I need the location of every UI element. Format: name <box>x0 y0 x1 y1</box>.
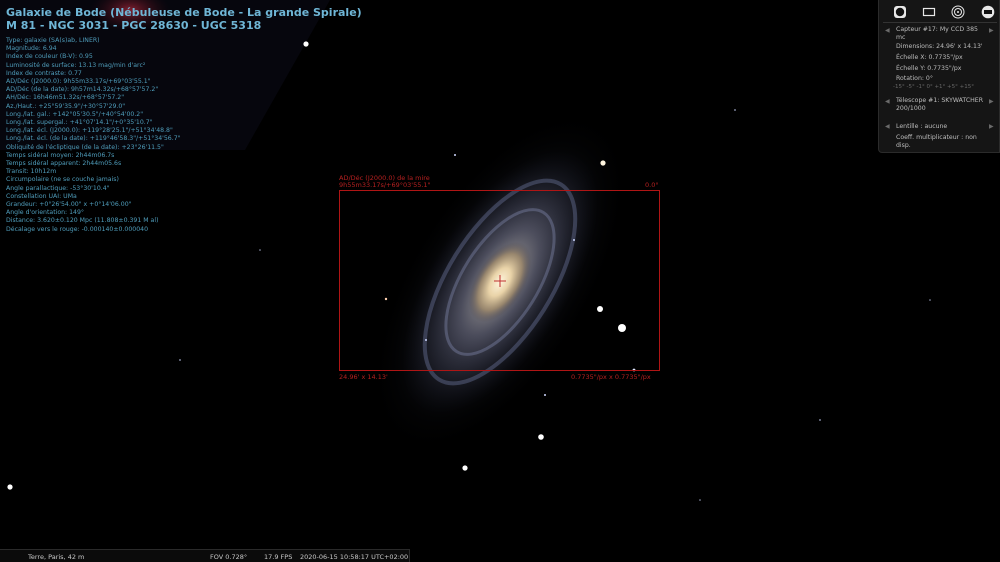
next-sensor-arrow[interactable]: ▶ <box>989 27 994 34</box>
info-constellation: Constellation UAI: UMa <box>6 192 77 200</box>
sensor-scale-y: Échelle Y: 0.7735"/px <box>896 65 962 72</box>
status-fps: 17.9 FPS <box>264 553 293 561</box>
info-parallactic-angle: Angle parallactique: -53°30'10.4" <box>6 184 110 192</box>
object-designations: M 81 - NGC 3031 - PGC 28630 - UGC 5318 <box>6 19 262 32</box>
settings-icon[interactable] <box>981 5 995 19</box>
info-transit: Transit: 10h12m <box>6 168 57 176</box>
frame-rotation: 0.0° <box>645 181 659 189</box>
panel-divider <box>883 22 997 23</box>
status-datetime[interactable]: 2020-06-15 10:58:17 UTC+02:00 <box>300 553 408 561</box>
info-orientation: Angle d'orientation: 149° <box>6 209 85 217</box>
sensor-rotation: Rotation: 0° <box>896 75 933 82</box>
info-azalt: Az./Haut.: +25°59'35.9"/+30°57'29.0" <box>6 102 126 110</box>
info-magnitude: Magnitude: 6.94 <box>6 45 57 53</box>
status-location[interactable]: Terre, Paris, 42 m <box>28 553 84 561</box>
info-distance: Distance: 3.620±0.120 Mpc (11.808±0.391 … <box>6 217 159 225</box>
info-circumpolar: Circumpolaire (ne se couche jamais) <box>6 176 119 184</box>
object-info-panel: Galaxie de Bode (Nébuleuse de Bode - La … <box>6 6 362 234</box>
info-apparent-sidereal: Temps sidéral apparent: 2h44m05.6s <box>6 160 122 168</box>
info-radec-j2000: AD/Déc (J2000.0): 9h55m33.17s/+69°03'55.… <box>6 78 151 86</box>
rotation-steps[interactable]: -15° -5° -1° 0° +1° +5° +15° <box>893 84 974 90</box>
prev-sensor-arrow[interactable]: ◀ <box>885 27 890 34</box>
info-mean-sidereal: Temps sidéral moyen: 2h44m06.7s <box>6 151 115 159</box>
sensor-frame-icon[interactable] <box>922 5 936 19</box>
status-bar: Terre, Paris, 42 m FOV 0.728° 17.9 FPS 2… <box>0 549 410 562</box>
frame-target-coords: 9h55m33.17s/+69°03'55.1" <box>339 181 431 189</box>
frame-scale: 0.7735"/px x 0.7735"/px <box>571 373 651 381</box>
info-hadec: AH/Déc: 16h46m51.32s/+68°57'57.2" <box>6 94 125 102</box>
ocular-view-icon[interactable] <box>893 5 907 19</box>
next-lens-arrow[interactable]: ▶ <box>989 123 994 130</box>
sensor-dimensions: Dimensions: 24.96' x 14.13' <box>896 43 983 50</box>
info-supergalactic: Long./lat. supergal.: +41°07'14.1"/+0°35… <box>6 119 153 127</box>
prev-lens-arrow[interactable]: ◀ <box>885 123 890 130</box>
next-telescope-arrow[interactable]: ▶ <box>989 98 994 105</box>
info-contrast-index: Index de contraste: 0.77 <box>6 69 82 77</box>
object-title: Galaxie de Bode (Nébuleuse de Bode - La … <box>6 6 362 19</box>
telrad-icon[interactable] <box>951 5 965 19</box>
info-type: Type: galaxie (SA(s)ab, LINER) <box>6 37 100 44</box>
ccd-sensor-frame <box>339 190 660 371</box>
ocular-toolbar <box>893 5 997 19</box>
info-redshift: Décalage vers le rouge: -0.000140±0.0000… <box>6 225 149 233</box>
info-surface-brightness: Luminosité de surface: 13.13 mag/min d'a… <box>6 61 146 69</box>
frame-size: 24.96' x 14.13' <box>339 373 388 381</box>
info-obliquity: Obliquité de l'écliptique (de la date): … <box>6 143 164 151</box>
multiplier-label: Coeff. multiplicateur : non disp. <box>896 134 977 149</box>
sensor-scale-x: Échelle X: 0.7735"/px <box>896 54 963 61</box>
info-color-index: Index de couleur (B-V): 0.95 <box>6 53 93 61</box>
object-info-lines: Type: galaxie (SA(s)ab, LINER) Magnitude… <box>6 37 336 234</box>
prev-telescope-arrow[interactable]: ◀ <box>885 98 890 105</box>
lens-name: Lentille : aucune <box>896 123 948 130</box>
oculars-panel: ◀ ▶ Capteur #17: My CCD 385 mc Dimension… <box>878 0 1000 153</box>
telescope-name: Télescope #1: SKYWATCHER 200/1000 <box>896 97 984 112</box>
info-ecliptic-date: Long./lat. écl. (de la date): +119°46'58… <box>6 135 181 143</box>
info-galactic: Long./lat. gal.: +142°05'30.5"/+40°54'00… <box>6 110 144 118</box>
status-fov: FOV 0.728° <box>210 553 248 561</box>
sensor-name: Capteur #17: My CCD 385 mc <box>896 26 978 41</box>
